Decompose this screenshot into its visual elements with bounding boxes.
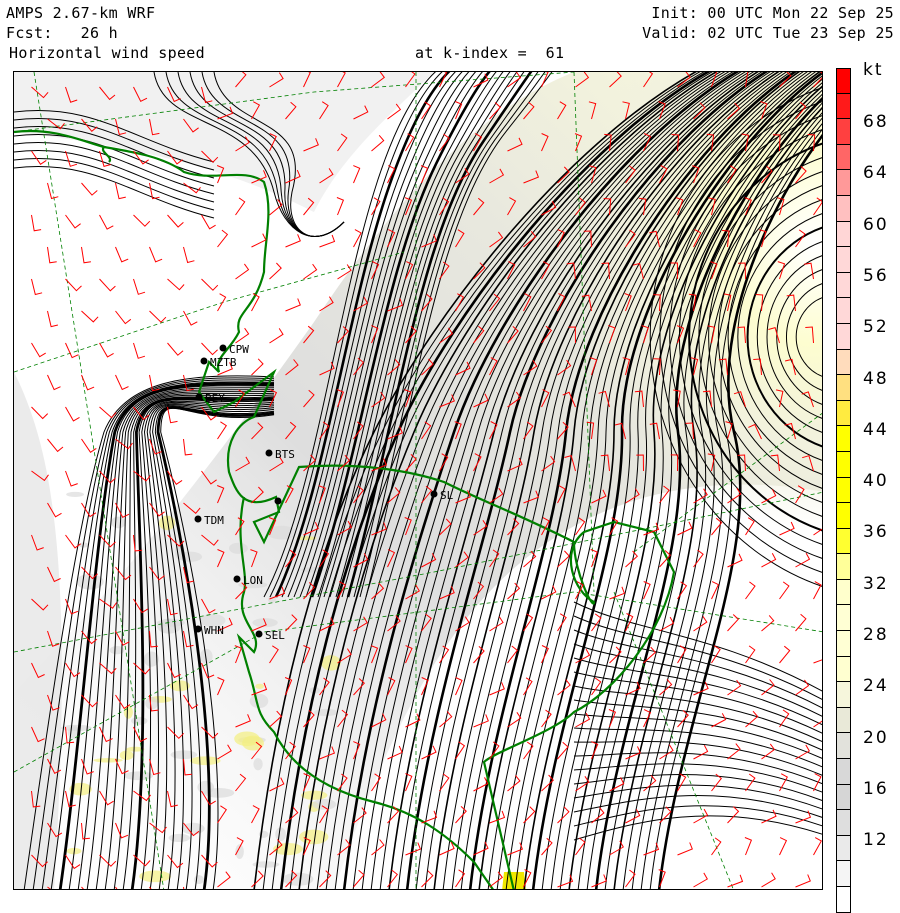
model-title: AMPS 2.67-km WRF <box>6 4 156 22</box>
station-label: WHN <box>204 624 224 637</box>
station-marker <box>233 575 241 583</box>
colorbar-label: 40 <box>863 471 889 492</box>
colorbar-bin <box>836 707 851 734</box>
colorbar-bin <box>836 528 851 555</box>
colorbar-label: 56 <box>863 265 889 286</box>
colorbar-label: 28 <box>863 625 889 645</box>
colorbar-bin <box>836 221 851 248</box>
colorbar-bin <box>836 759 851 785</box>
colorbar-bin <box>836 93 851 120</box>
station-label: CPW <box>229 343 249 356</box>
colorbar-label: 36 <box>863 522 889 543</box>
station-label: MZTB <box>210 356 237 369</box>
colorbar-label: 68 <box>863 112 889 132</box>
field-name: Horizontal wind speed <box>9 44 205 62</box>
colorbar-bin <box>836 682 851 708</box>
init-time: Init: 00 UTC Mon 22 Sep 25 <box>651 4 894 22</box>
colorbar-bin <box>836 349 851 376</box>
station-marker <box>194 625 202 633</box>
colorbar <box>836 68 851 913</box>
colorbar-bin <box>836 656 851 683</box>
colorbar-unit: kt <box>863 60 884 80</box>
station-label: SEL <box>265 629 285 642</box>
colorbar-bin <box>836 119 851 145</box>
colorbar-label: 48 <box>863 368 889 389</box>
wind-speed-map: CPW MZTB BEY BTS TDM LON WHN SEL SL <box>13 71 823 890</box>
station-marker <box>265 449 273 457</box>
colorbar-bin <box>836 375 851 401</box>
colorbar-bin <box>836 579 851 606</box>
station-label: LON <box>243 574 263 587</box>
colorbar-bin <box>836 247 851 273</box>
colorbar-bin <box>836 400 851 427</box>
colorbar-bin <box>836 503 851 529</box>
station-marker <box>255 630 263 638</box>
colorbar-bin <box>836 810 851 836</box>
colorbar-label: 24 <box>863 676 889 697</box>
colorbar-bin <box>836 605 851 632</box>
colorbar-label: 64 <box>863 163 889 184</box>
colorbar-bin <box>836 554 851 580</box>
colorbar-bin <box>836 861 851 887</box>
colorbar-bin <box>836 451 851 478</box>
colorbar-bin <box>836 477 851 504</box>
station-marker <box>195 393 203 401</box>
station-marker <box>200 357 208 365</box>
colorbar-bin <box>836 631 851 657</box>
colorbar-label: 32 <box>863 573 889 594</box>
colorbar-bin <box>836 298 851 324</box>
colorbar-bin <box>836 195 851 222</box>
station-marker <box>194 515 202 523</box>
colorbar-bin <box>836 144 851 171</box>
forecast-hour: Fcst: 26 h <box>6 24 118 42</box>
valid-time: Valid: 02 UTC Tue 23 Sep 25 <box>642 24 894 42</box>
station-label: BTS <box>275 448 295 461</box>
colorbar-bin <box>836 784 851 811</box>
speed-shading <box>14 72 822 889</box>
colorbar-bin <box>836 68 851 94</box>
colorbar-label: 44 <box>863 419 889 440</box>
colorbar-bin <box>836 835 851 862</box>
station-marker <box>430 490 438 498</box>
station-label: BEY <box>205 392 225 405</box>
level-label: at k-index = 61 <box>415 44 565 62</box>
station-marker <box>219 344 227 352</box>
colorbar-bin <box>836 426 851 452</box>
colorbar-bin <box>836 272 851 299</box>
station-label: TDM <box>204 514 224 527</box>
colorbar-label: 12 <box>863 830 889 851</box>
colorbar-label: 20 <box>863 727 889 748</box>
colorbar-label: 52 <box>863 317 889 338</box>
station-marker <box>274 497 282 505</box>
station-label: SL <box>440 489 454 502</box>
colorbar-label: 60 <box>863 214 889 235</box>
colorbar-bin <box>836 170 851 196</box>
colorbar-bin <box>836 323 851 350</box>
colorbar-bin <box>836 733 851 760</box>
colorbar-label: 16 <box>863 778 889 799</box>
